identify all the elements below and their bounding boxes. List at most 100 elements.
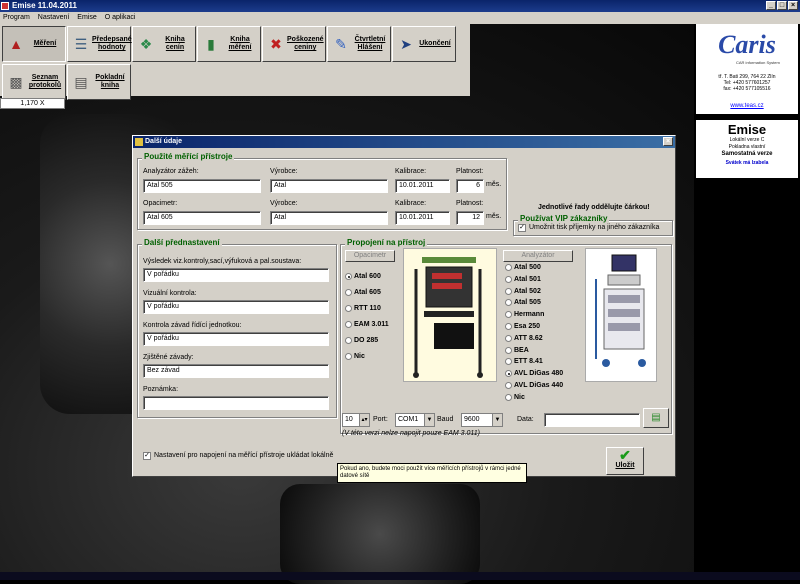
radio-indicator[interactable] — [505, 334, 512, 342]
exit-icon: ➤ — [400, 35, 412, 52]
predepsane-hodnoty-button[interactable]: ☰ Předepsané hodnoty — [67, 26, 132, 62]
analyzer-button[interactable]: Analyzátor — [503, 250, 573, 262]
radio-indicator[interactable] — [345, 289, 352, 296]
vip-checkbox[interactable]: ✓ — [518, 224, 526, 232]
opacimeter-button[interactable]: Opacimetr — [345, 250, 395, 262]
radio-indicator[interactable] — [505, 358, 512, 366]
menu-bar: Program Nastavení Emise O aplikaci — [0, 12, 800, 24]
ctvrtletni-hlaseni-button[interactable]: ✎ Čtvrtletní Hlášení — [327, 26, 391, 62]
chevron-down-icon: ▼ — [424, 414, 434, 426]
edition-card: Emise Lokální verze C Pokladna vlastní S… — [696, 120, 798, 178]
analyzer-radio-11[interactable]: Nic — [505, 393, 525, 401]
spinner-arrows-icon[interactable]: ▴▾ — [359, 414, 369, 426]
analyzer-radio-7[interactable]: BEA — [505, 346, 529, 354]
analyzer-field[interactable]: Atal 505 — [143, 179, 261, 193]
radio-indicator[interactable] — [345, 273, 352, 280]
analyzer-radio-2[interactable]: Atal 502 — [505, 287, 541, 295]
analyzer-radio-10[interactable]: AVL DiGas 440 — [505, 382, 563, 389]
zoom-level: 1,170 X — [0, 98, 65, 109]
window-title-bar: Emise 11.04.2011 _ □ × — [0, 0, 800, 12]
radio-indicator[interactable] — [505, 299, 512, 307]
analyzer-radio-4[interactable]: Hermann — [505, 311, 544, 319]
analyzer-radio-5[interactable]: Esa 250 — [505, 323, 540, 330]
opacimeter-radio-1[interactable]: Atal 605 — [345, 289, 381, 296]
radio-indicator[interactable] — [505, 264, 512, 271]
menu-o-aplikaci[interactable]: O aplikaci — [105, 14, 136, 21]
brand-address: tř. T. Bati 299, 764 22 Zlín Tel: +420 5… — [718, 74, 776, 92]
found-faults-field[interactable]: Bez závad — [143, 364, 329, 378]
dialog-icon — [135, 138, 143, 146]
opacimeter-radio-2[interactable]: RTT 110 — [345, 305, 381, 312]
analyzer-manufacturer-field[interactable]: Atal — [270, 179, 388, 193]
data-path-field[interactable] — [544, 413, 640, 427]
poskozene-ceniny-button[interactable]: ✖ Poškozené ceniny — [262, 26, 326, 62]
radio-indicator[interactable] — [505, 393, 512, 401]
menu-program[interactable]: Program — [3, 14, 30, 21]
opacimeter-field[interactable]: Atal 605 — [143, 211, 261, 225]
timeout-spinner[interactable]: 10 ▴▾ — [342, 413, 370, 427]
opacimeter-device-image — [403, 248, 497, 382]
dialog-title-bar: Další údaje × — [133, 136, 675, 148]
printer-icon: ▩ — [9, 73, 23, 90]
opacimeter-device-drawing — [413, 257, 483, 378]
ukonceni-button[interactable]: ➤ Ukončení — [392, 26, 456, 62]
radio-indicator[interactable] — [505, 346, 512, 354]
pokladni-kniha-button[interactable]: ▤ Pokladní kniha — [67, 64, 131, 100]
radio-indicator[interactable] — [345, 337, 352, 344]
menu-emise[interactable]: Emise — [77, 14, 96, 21]
analyzer-radio-1[interactable]: Atal 501 — [505, 275, 541, 283]
radio-indicator[interactable] — [505, 323, 512, 330]
list-check-icon: ☰ — [74, 35, 88, 52]
analyzer-radio-9[interactable]: AVL DiGas 480 — [505, 370, 563, 378]
car-icon: ▲ — [9, 36, 23, 52]
dialog-close-button[interactable]: × — [663, 137, 673, 146]
radio-indicator[interactable] — [505, 287, 512, 295]
radio-indicator[interactable] — [345, 353, 352, 360]
cash-icon: ▤ — [74, 73, 88, 90]
opacimeter-radio-0[interactable]: Atal 600 — [345, 273, 381, 280]
visual-check-field[interactable]: V pořádku — [143, 300, 329, 314]
opacimeter-radio-3[interactable]: EAM 3.011 — [345, 321, 389, 328]
radio-indicator[interactable] — [505, 311, 512, 319]
opacimeter-validity-field[interactable]: 12 — [456, 211, 484, 225]
port-select[interactable]: COM1 ▼ — [395, 413, 435, 427]
analyzer-radio-8[interactable]: ETT 8.41 — [505, 358, 543, 366]
mereni-button[interactable]: ▲ Měření — [2, 26, 66, 62]
analyzer-calibration-field[interactable]: 10.01.2011 — [395, 179, 450, 193]
kniha-cenin-button[interactable]: ❖ Kniha cenín — [132, 26, 196, 62]
kniha-mereni-button[interactable]: ▮ Kniha měření — [197, 26, 261, 62]
minimize-button[interactable]: _ — [766, 1, 776, 10]
radio-indicator[interactable] — [505, 370, 512, 378]
note-field[interactable] — [143, 396, 329, 410]
opacimeter-radio-5[interactable]: Nic — [345, 353, 365, 360]
analyzer-radio-0[interactable]: Atal 500 — [505, 264, 541, 271]
main-toolbar: ▲ Měření ☰ Předepsané hodnoty ❖ Kniha ce… — [0, 24, 470, 100]
nameday-text: Svátek má Izabela — [725, 160, 769, 166]
radio-indicator[interactable] — [345, 321, 352, 328]
baud-select[interactable]: 9600 ▼ — [461, 413, 503, 427]
ecu-check-field[interactable]: V pořádku — [143, 332, 329, 346]
damaged-icon: ✖ — [270, 35, 282, 52]
radio-indicator[interactable] — [345, 305, 352, 312]
save-settings-checkbox[interactable]: ✓ — [143, 452, 151, 460]
engine-part-image-2 — [280, 484, 480, 584]
radio-indicator[interactable] — [505, 275, 512, 283]
maximize-button[interactable]: □ — [777, 1, 787, 10]
analyzer-radio-6[interactable]: ATT 8.62 — [505, 334, 543, 342]
save-button[interactable]: ✔ Uložit — [606, 447, 644, 475]
menu-nastaveni[interactable]: Nastavení — [38, 14, 70, 21]
opacimeter-radio-4[interactable]: DO 285 — [345, 337, 378, 344]
folder-open-button[interactable]: ▤ — [643, 408, 669, 428]
notebook-icon: ▮ — [207, 35, 215, 52]
tooltip: Pokud ano, budete moci použít více měříc… — [337, 463, 527, 483]
radio-indicator[interactable] — [505, 382, 512, 389]
seznam-protokolu-button[interactable]: ▩ Seznam protokolů — [2, 64, 66, 100]
opacimeter-manufacturer-field[interactable]: Atal — [270, 211, 388, 225]
opacimeter-calibration-field[interactable]: 10.01.2011 — [395, 211, 450, 225]
inspection-result-field[interactable]: V pořádku — [143, 268, 329, 282]
analyzer-validity-field[interactable]: 6 — [456, 179, 484, 193]
brand-url-link[interactable]: www.teas.cz — [696, 103, 798, 109]
analyzer-device-drawing — [595, 254, 646, 367]
close-button[interactable]: × — [788, 1, 798, 10]
analyzer-radio-3[interactable]: Atal 505 — [505, 299, 541, 307]
